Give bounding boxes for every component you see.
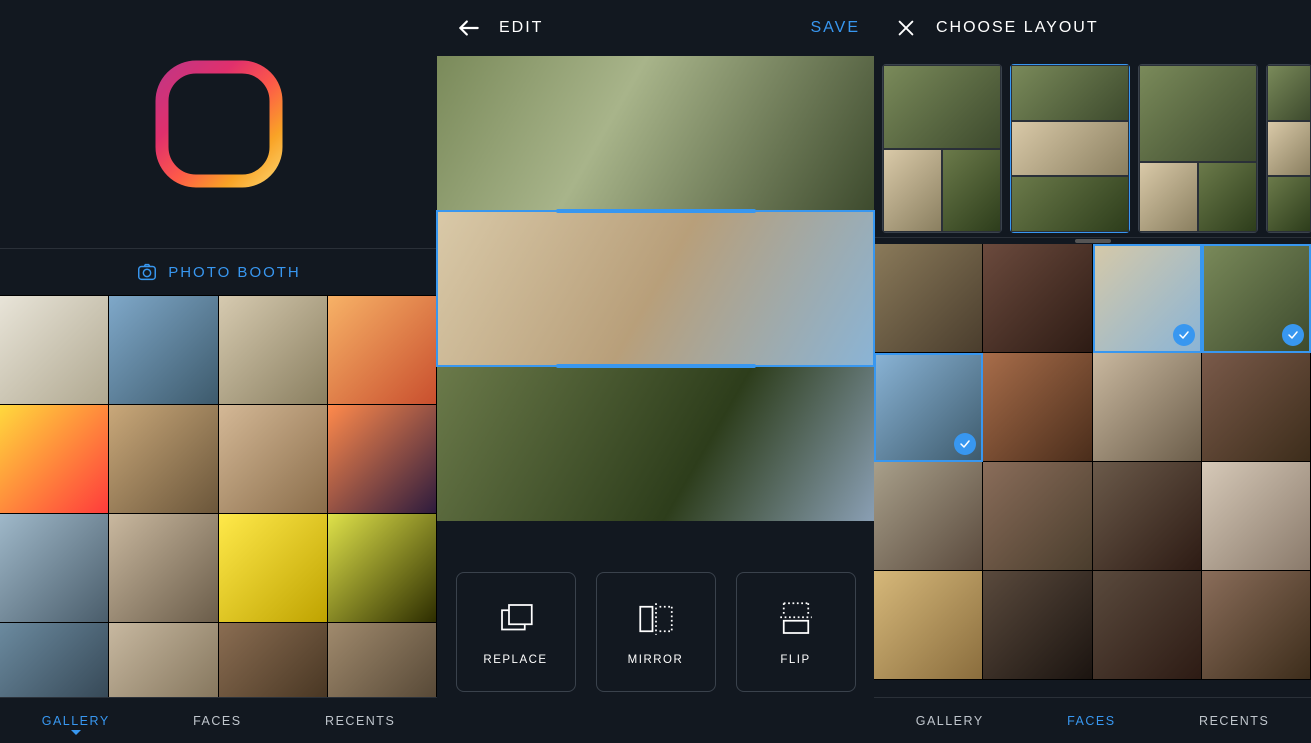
replace-button[interactable]: REPLACE: [456, 572, 576, 692]
gallery-thumb[interactable]: [0, 296, 109, 405]
tab-faces[interactable]: FACES: [185, 710, 250, 732]
replace-icon: [495, 598, 537, 640]
face-thumb[interactable]: [1202, 462, 1311, 571]
gallery-thumb[interactable]: [0, 405, 109, 514]
layout-title: CHOOSE LAYOUT: [936, 19, 1099, 37]
face-thumb[interactable]: [983, 353, 1092, 462]
flip-icon: [775, 598, 817, 640]
mirror-label: MIRROR: [628, 654, 684, 666]
back-button[interactable]: [451, 10, 487, 46]
edit-topbar: EDIT SAVE: [437, 0, 874, 56]
tab-gallery[interactable]: GALLERY: [908, 710, 992, 732]
collage-strip-1[interactable]: [437, 56, 874, 211]
collage-preview: [437, 56, 874, 521]
close-button[interactable]: [888, 10, 924, 46]
gallery-thumb[interactable]: [328, 405, 437, 514]
face-thumb-selected[interactable]: [874, 353, 983, 462]
camera-icon: [136, 261, 158, 283]
gallery-thumb[interactable]: [328, 514, 437, 623]
check-icon: [1282, 324, 1304, 346]
tab-recents[interactable]: RECENTS: [317, 710, 403, 732]
resize-handle-top[interactable]: [556, 209, 756, 213]
screen-gallery: PHOTO BOOTH GALLERY FACES RECENTS: [0, 0, 437, 743]
resize-handle-bottom[interactable]: [556, 364, 756, 368]
flip-button[interactable]: FLIP: [736, 572, 856, 692]
face-thumb[interactable]: [983, 244, 1092, 353]
mirror-icon: [635, 598, 677, 640]
edit-toolbar: REPLACE MIRROR FLIP: [437, 521, 874, 743]
edit-title: EDIT: [499, 19, 543, 37]
collage-strip-2[interactable]: [437, 211, 874, 366]
screen-edit: EDIT SAVE REPLACE: [437, 0, 874, 743]
layout-option[interactable]: [1138, 64, 1258, 233]
face-thumb[interactable]: [1202, 571, 1311, 680]
arrow-left-icon: [456, 15, 482, 41]
collage-strip-3[interactable]: [437, 366, 874, 521]
face-thumb[interactable]: [983, 462, 1092, 571]
gallery-thumb[interactable]: [219, 623, 328, 697]
replace-label: REPLACE: [483, 654, 547, 666]
flip-label: FLIP: [780, 654, 810, 666]
photo-booth-label: PHOTO BOOTH: [168, 264, 301, 281]
gallery-thumb[interactable]: [0, 514, 109, 623]
face-thumb-selected[interactable]: [1202, 244, 1311, 353]
gallery-grid: [0, 296, 437, 697]
gallery-thumb[interactable]: [0, 623, 109, 697]
app-root: PHOTO BOOTH GALLERY FACES RECENTS: [0, 0, 1311, 743]
layout-app-icon: [149, 54, 289, 194]
face-thumb[interactable]: [983, 571, 1092, 680]
tab-faces[interactable]: FACES: [1059, 710, 1124, 732]
faces-grid: [874, 244, 1311, 697]
face-thumb[interactable]: [874, 462, 983, 571]
gallery-thumb[interactable]: [328, 296, 437, 405]
layout-options-strip[interactable]: [874, 56, 1311, 238]
gallery-thumb[interactable]: [109, 623, 218, 697]
face-thumb-selected[interactable]: [1093, 244, 1202, 353]
face-thumb[interactable]: [1093, 462, 1202, 571]
left-tab-bar: GALLERY FACES RECENTS: [0, 697, 437, 743]
screen-choose-layout: CHOOSE LAYOUT: [874, 0, 1311, 743]
face-thumb[interactable]: [1202, 353, 1311, 462]
gallery-thumb[interactable]: [109, 296, 218, 405]
face-thumb[interactable]: [1093, 571, 1202, 680]
layout-option[interactable]: [1266, 64, 1311, 233]
gallery-thumb[interactable]: [219, 514, 328, 623]
right-tab-bar: GALLERY FACES RECENTS: [874, 697, 1311, 743]
close-icon: [895, 17, 917, 39]
gallery-thumb[interactable]: [219, 405, 328, 514]
gallery-thumb[interactable]: [219, 296, 328, 405]
mirror-button[interactable]: MIRROR: [596, 572, 716, 692]
layout-topbar: CHOOSE LAYOUT: [874, 0, 1311, 56]
gallery-thumb[interactable]: [109, 405, 218, 514]
gallery-thumb[interactable]: [109, 514, 218, 623]
face-thumb[interactable]: [874, 571, 983, 680]
face-thumb[interactable]: [1093, 353, 1202, 462]
photo-booth-button[interactable]: PHOTO BOOTH: [0, 248, 437, 296]
layout-option-selected[interactable]: [1010, 64, 1130, 233]
save-button[interactable]: SAVE: [811, 19, 861, 37]
layout-option[interactable]: [882, 64, 1002, 233]
face-thumb[interactable]: [874, 244, 983, 353]
gallery-thumb[interactable]: [328, 623, 437, 697]
check-icon: [1173, 324, 1195, 346]
tab-recents[interactable]: RECENTS: [1191, 710, 1277, 732]
check-icon: [954, 433, 976, 455]
app-logo: [0, 0, 437, 248]
tab-gallery[interactable]: GALLERY: [34, 710, 118, 732]
